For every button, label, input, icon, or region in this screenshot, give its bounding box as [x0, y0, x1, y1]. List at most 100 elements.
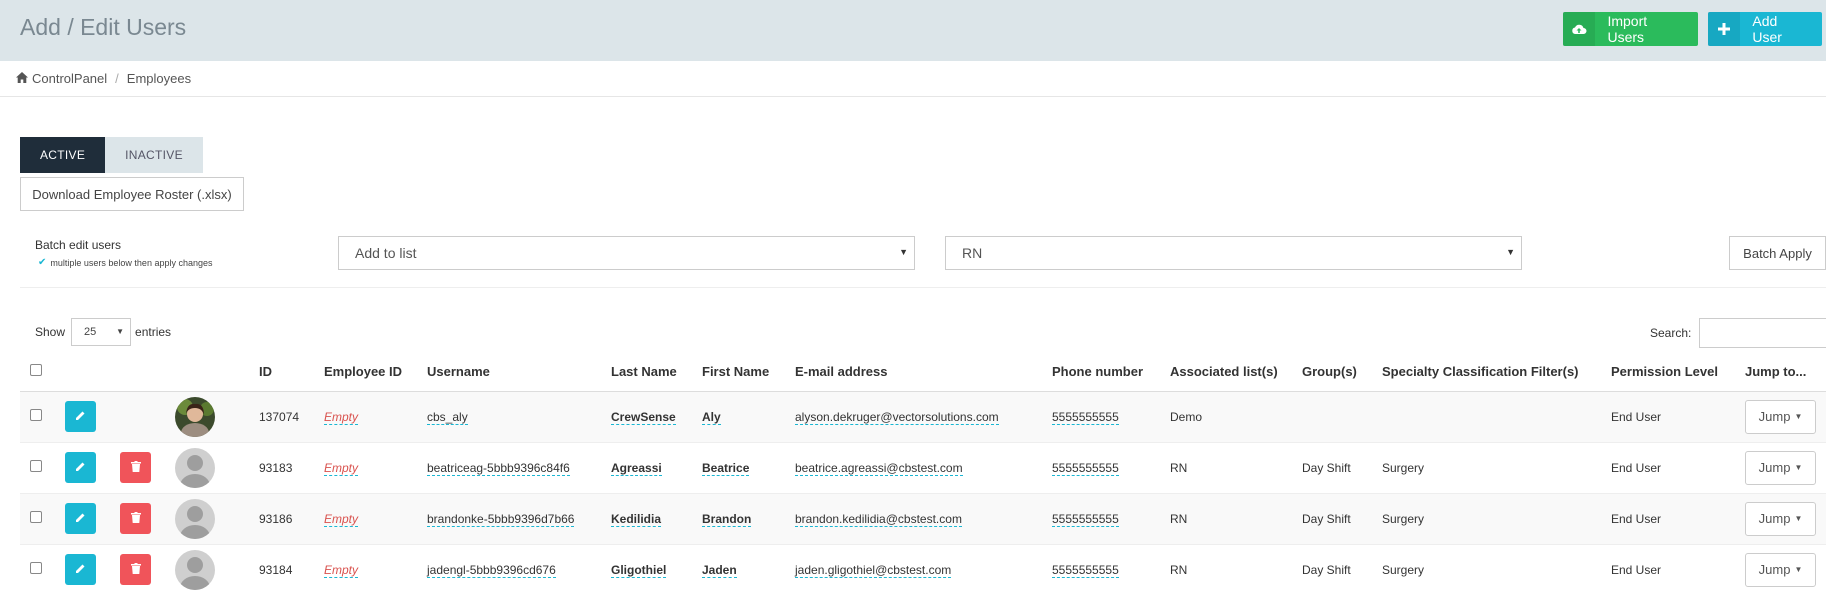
phone-cell[interactable]: 5555555555	[1052, 409, 1119, 425]
id-cell: 93186	[259, 493, 324, 545]
delete-button[interactable]	[120, 503, 151, 534]
specialty-cell: Surgery	[1382, 544, 1611, 591]
row-checkbox[interactable]	[30, 562, 42, 574]
column-header[interactable]: Associated list(s)	[1170, 352, 1302, 392]
search-input[interactable]	[1699, 318, 1826, 348]
employee-id-cell[interactable]: Empty	[324, 409, 359, 425]
first-name-cell[interactable]: Jaden	[702, 562, 737, 578]
email-cell[interactable]: beatrice.agreassi@cbstest.com	[795, 460, 963, 476]
column-header[interactable]: Phone number	[1052, 352, 1170, 392]
batch-target-select[interactable]: RN ▼	[945, 236, 1522, 270]
batch-edit-label: Batch edit users	[35, 238, 122, 252]
breadcrumb-home-link[interactable]: ControlPanel	[32, 71, 107, 86]
column-header[interactable]: E-mail address	[795, 352, 1052, 392]
employee-id-cell[interactable]: Empty	[324, 460, 359, 476]
column-header[interactable]: Employee ID	[324, 352, 427, 392]
phone-cell[interactable]: 5555555555	[1052, 511, 1119, 527]
row-checkbox[interactable]	[30, 511, 42, 523]
avatar	[175, 447, 215, 488]
username-cell[interactable]: brandonke-5bbb9396d7b66	[427, 511, 575, 527]
pencil-icon	[75, 563, 86, 577]
specialty-cell: Surgery	[1382, 493, 1611, 545]
cloud-upload-icon	[1563, 12, 1596, 46]
table-row: 93184 Empty jadengl-5bbb9396cd676 Gligot…	[20, 544, 1826, 591]
tab-active[interactable]: ACTIVE	[20, 137, 106, 173]
email-cell[interactable]: brandon.kedilidia@cbstest.com	[795, 511, 962, 527]
column-header[interactable]: Permission Level	[1611, 352, 1745, 392]
jump-button[interactable]: Jump ▼	[1745, 399, 1816, 434]
lists-cell: Demo	[1170, 391, 1302, 443]
caret-down-icon: ▼	[899, 247, 908, 257]
permission-cell: End User	[1611, 544, 1745, 591]
username-cell[interactable]: jadengl-5bbb9396cd676	[427, 562, 556, 578]
avatar	[175, 498, 215, 539]
batch-apply-button[interactable]: Batch Apply	[1729, 236, 1826, 270]
column-header[interactable]: First Name	[702, 352, 795, 392]
username-cell[interactable]: cbs_aly	[427, 409, 468, 425]
last-name-cell[interactable]: Kedilidia	[611, 511, 662, 527]
caret-down-icon: ▼	[1794, 514, 1803, 523]
employee-id-cell[interactable]: Empty	[324, 562, 359, 578]
specialty-cell: Surgery	[1382, 442, 1611, 494]
email-cell[interactable]: jaden.gligothiel@cbstest.com	[795, 562, 952, 578]
column-header[interactable]: Username	[427, 352, 611, 392]
table-row: 93186 Empty brandonke-5bbb9396d7b66 Kedi…	[20, 493, 1826, 545]
column-header[interactable]: Specialty Classification Filter(s)	[1382, 352, 1611, 392]
import-users-button[interactable]: Import Users	[1563, 12, 1698, 46]
row-checkbox[interactable]	[30, 409, 42, 421]
pencil-icon	[75, 461, 86, 475]
search-label: Search:	[1650, 326, 1692, 340]
batch-action-select[interactable]: Add to list ▼	[338, 236, 915, 270]
first-name-cell[interactable]: Aly	[702, 409, 721, 425]
batch-edit-hint: ✔ multiple users below then apply change…	[38, 257, 213, 268]
groups-cell: Day Shift	[1302, 442, 1382, 494]
edit-button[interactable]	[65, 401, 96, 432]
caret-down-icon: ▼	[1794, 565, 1803, 574]
home-icon	[16, 71, 28, 86]
entries-label: entries	[135, 325, 172, 339]
table-header-row: ID Employee ID Username Last Name First …	[20, 352, 1826, 392]
last-name-cell[interactable]: CrewSense	[611, 409, 676, 425]
last-name-cell[interactable]: Gligothiel	[611, 562, 667, 578]
edit-button[interactable]	[65, 554, 96, 585]
column-header[interactable]: Jump to...	[1745, 352, 1826, 392]
jump-button[interactable]: Jump ▼	[1745, 450, 1816, 485]
breadcrumb-divider	[0, 96, 1826, 97]
last-name-cell[interactable]: Agreassi	[611, 460, 662, 476]
batch-divider	[20, 287, 1826, 288]
download-roster-button[interactable]: Download Employee Roster (.xlsx)	[20, 177, 244, 211]
entries-select[interactable]: 25 ▼	[71, 318, 132, 346]
jump-label: Jump	[1758, 511, 1791, 526]
column-header[interactable]: Last Name	[611, 352, 702, 392]
edit-button[interactable]	[65, 452, 96, 483]
email-cell[interactable]: alyson.dekruger@vectorsolutions.com	[795, 409, 999, 425]
groups-cell	[1302, 391, 1382, 443]
select-all-checkbox[interactable]	[30, 363, 42, 376]
plus-icon	[1708, 12, 1741, 46]
edit-button[interactable]	[65, 503, 96, 534]
avatar	[175, 549, 215, 590]
first-name-cell[interactable]: Beatrice	[702, 460, 750, 476]
jump-button[interactable]: Jump ▼	[1745, 501, 1816, 536]
delete-button[interactable]	[120, 452, 151, 483]
add-user-button[interactable]: Add User	[1708, 12, 1822, 46]
tab-inactive[interactable]: INACTIVE	[105, 137, 203, 173]
breadcrumb: ControlPanel / Employees	[16, 71, 191, 86]
entries-value: 25	[84, 326, 97, 338]
username-cell[interactable]: beatriceag-5bbb9396c84f6	[427, 460, 570, 476]
first-name-cell[interactable]: Brandon	[702, 511, 752, 527]
table-row: 137074 Empty cbs_aly CrewSense Aly alyso…	[20, 391, 1826, 443]
row-checkbox[interactable]	[30, 460, 42, 472]
jump-button[interactable]: Jump ▼	[1745, 552, 1816, 587]
permission-cell: End User	[1611, 493, 1745, 545]
jump-label: Jump	[1758, 409, 1791, 424]
employee-id-cell[interactable]: Empty	[324, 511, 359, 527]
employees-table: ID Employee ID Username Last Name First …	[20, 352, 1826, 591]
avatar-header	[175, 352, 259, 392]
phone-cell[interactable]: 5555555555	[1052, 562, 1119, 578]
column-header[interactable]: ID	[259, 352, 324, 392]
batch-hint-text: multiple users below then apply changes	[50, 257, 213, 268]
column-header[interactable]: Group(s)	[1302, 352, 1382, 392]
delete-button[interactable]	[120, 554, 151, 585]
phone-cell[interactable]: 5555555555	[1052, 460, 1119, 476]
